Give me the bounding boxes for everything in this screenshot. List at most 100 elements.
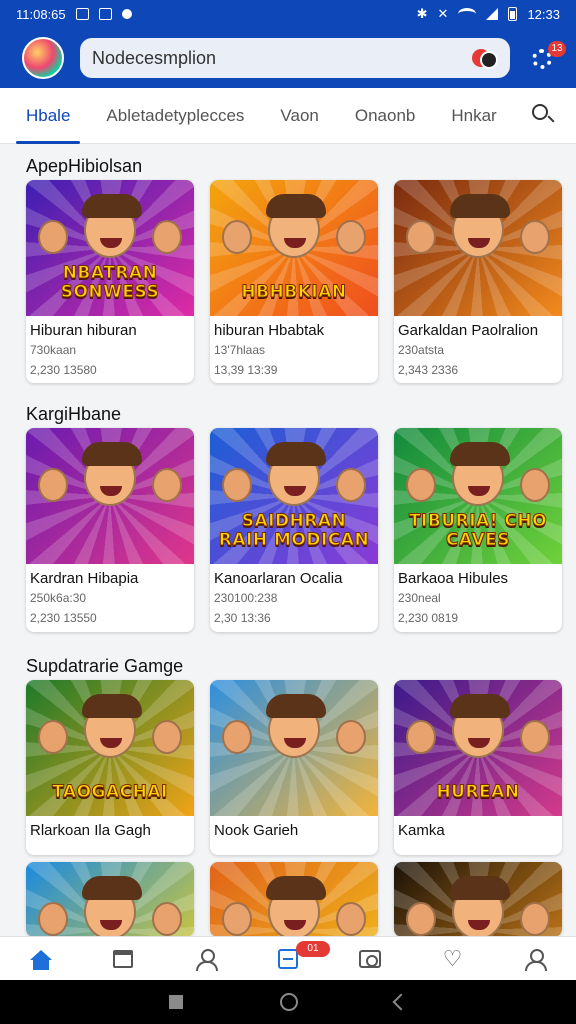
status-bar: 11:08:65 ✱ ✕ 12:33 — [0, 0, 576, 28]
game-title: Hiburan hiburan — [30, 322, 137, 339]
game-title: Kanoarlaran Ocalia — [214, 570, 343, 587]
mute-icon: ✕ — [437, 6, 449, 21]
home-icon — [30, 949, 53, 970]
bluetooth-icon: ✱ — [416, 6, 428, 21]
app-header: 13 — [0, 28, 576, 88]
nav-library[interactable]: 01 — [268, 939, 330, 979]
game-title: Barkaoa Hibules — [398, 570, 509, 587]
category-tabs: Hbale Abletadetyplecces Vaon Onaonb Hnka… — [0, 88, 576, 144]
game-card[interactable]: TAOGACHAI Rlarkoan Ila Gagh — [26, 680, 194, 855]
game-players: 250k6a:30 — [30, 591, 87, 605]
game-title: hiburan Hbabtak — [214, 322, 325, 339]
game-thumbnail[interactable]: TIBURIA! CHO CAVES — [394, 428, 562, 564]
nav-home[interactable] — [21, 939, 61, 979]
thumbnail-title: NBATRAN SONWESS — [60, 263, 160, 302]
thumbnail-title: TIBURIA! CHO CAVES — [408, 511, 548, 550]
notification-icon — [75, 8, 89, 20]
game-thumbnail[interactable]: TAOGACHAI — [26, 680, 194, 816]
store-icon — [113, 949, 134, 968]
game-players: 13'7hlaas — [214, 343, 265, 357]
game-thumbnail[interactable]: HBHBKIAN — [210, 180, 378, 316]
game-card[interactable]: HBHBKIAN hiburan Hbabtak 13'7hlaas 13,39 13… — [210, 180, 378, 383]
game-thumbnail[interactable] — [26, 428, 194, 564]
game-card[interactable]: HUREAN Kamka — [394, 680, 562, 855]
game-card[interactable]: Garkaldan Paolralion 230atsta 2,343 2336 — [394, 180, 562, 383]
nav-profile[interactable] — [515, 939, 555, 979]
notification-count-badge: 13 — [548, 41, 566, 57]
status-clock: 12:33 — [527, 6, 560, 22]
signal-icon — [486, 8, 499, 20]
game-players: 730kaan — [30, 343, 77, 357]
message-icon — [98, 8, 112, 20]
game-title: Rlarkoan Ila Gagh — [30, 822, 151, 839]
heart-icon: ♡ — [442, 945, 463, 971]
bottom-navigation: 01 ♡ — [0, 936, 576, 980]
tab-more[interactable]: Hnkar — [433, 88, 514, 144]
game-thumbnail[interactable]: HUREAN — [394, 680, 562, 816]
game-thumbnail[interactable] — [210, 680, 378, 816]
back-icon[interactable] — [392, 993, 410, 1011]
thumbnail-title: TAOGACHAI — [52, 782, 168, 802]
tab-categories[interactable]: Abletadetyplecces — [88, 88, 262, 144]
game-title: Kamka — [398, 822, 445, 839]
app-logo[interactable] — [22, 37, 64, 79]
voice-search-icon[interactable] — [472, 45, 498, 71]
game-thumbnail[interactable] — [210, 862, 378, 936]
app-icon — [121, 9, 132, 19]
nav-favorites[interactable]: ♡ — [433, 939, 473, 979]
tab-popular[interactable]: Onaonb — [337, 88, 434, 144]
search-bar[interactable] — [80, 38, 510, 78]
search-icon[interactable] — [532, 104, 555, 126]
game-stats: 2,230 13580 — [30, 363, 97, 377]
battery-icon — [508, 7, 518, 21]
game-thumbnail[interactable] — [394, 862, 562, 936]
game-stats: 2,230 13550 — [30, 611, 97, 625]
game-card[interactable] — [210, 862, 378, 936]
profile-icon — [524, 948, 547, 971]
game-card[interactable]: SAIDHRAN RAIH MODICAN Kanoarlaran Ocalia 2… — [210, 428, 378, 632]
game-card[interactable] — [394, 862, 562, 936]
nav-store[interactable] — [103, 939, 143, 979]
game-thumbnail[interactable] — [26, 862, 194, 936]
game-stats: 2,343 2336 — [398, 363, 459, 377]
game-title: Garkaldan Paolralion — [398, 322, 539, 339]
game-card[interactable] — [26, 862, 194, 936]
game-thumbnail[interactable]: SAIDHRAN RAIH MODICAN — [210, 428, 378, 564]
game-stats: 13,39 13:39 — [214, 363, 278, 377]
section-title: KargiHbane — [26, 404, 122, 424]
tab-home[interactable]: Hbale — [8, 88, 88, 144]
tab-new[interactable]: Vaon — [262, 88, 336, 144]
section-title: ApepHibiolsan — [26, 156, 143, 176]
camera-icon — [359, 949, 382, 968]
notifications-button[interactable]: 13 — [528, 41, 566, 75]
recents-icon[interactable] — [168, 995, 183, 1009]
thumbnail-title: SAIDHRAN RAIH MODICAN — [218, 511, 370, 550]
game-players: 230neal — [398, 591, 441, 605]
wifi-icon — [458, 8, 477, 20]
game-card[interactable]: Kardran Hibapia 250k6a:30 2,230 13550 — [26, 428, 194, 632]
thumbnail-title: HUREAN — [436, 782, 520, 802]
search-input[interactable] — [92, 47, 472, 69]
section-title: Supdatrarie Gamge — [26, 656, 184, 676]
library-icon — [277, 948, 298, 969]
game-thumbnail[interactable]: NBATRAN SONWESS — [26, 180, 194, 316]
nav-camera[interactable] — [350, 939, 390, 979]
game-card[interactable]: TIBURIA! CHO CAVES Barkaoa Hibules 230neal… — [394, 428, 562, 632]
game-stats: 2,230 0819 — [398, 611, 459, 625]
game-players: 230100:238 — [214, 591, 278, 605]
thumbnail-title: HBHBKIAN — [241, 282, 347, 302]
status-time: 11:08:65 — [16, 6, 66, 22]
game-title: Nook Garieh — [214, 822, 299, 839]
game-players: 230atsta — [398, 343, 445, 357]
game-stats: 2,30 13:36 — [214, 611, 271, 625]
game-title: Kardran Hibapia — [30, 570, 139, 587]
game-card[interactable]: Nook Garieh — [210, 680, 378, 855]
library-badge: 01 — [295, 940, 330, 957]
game-thumbnail[interactable] — [394, 180, 562, 316]
system-navigation — [0, 980, 576, 1024]
game-feed[interactable]: ApepHibiolsan KargiHbane Supdatrarie Gam… — [0, 144, 576, 936]
friends-icon — [195, 948, 218, 971]
nav-friends[interactable] — [186, 939, 226, 979]
game-card[interactable]: NBATRAN SONWESS Hiburan hiburan 730kaan 2,2… — [26, 180, 194, 383]
home-circle-icon[interactable] — [279, 993, 298, 1011]
